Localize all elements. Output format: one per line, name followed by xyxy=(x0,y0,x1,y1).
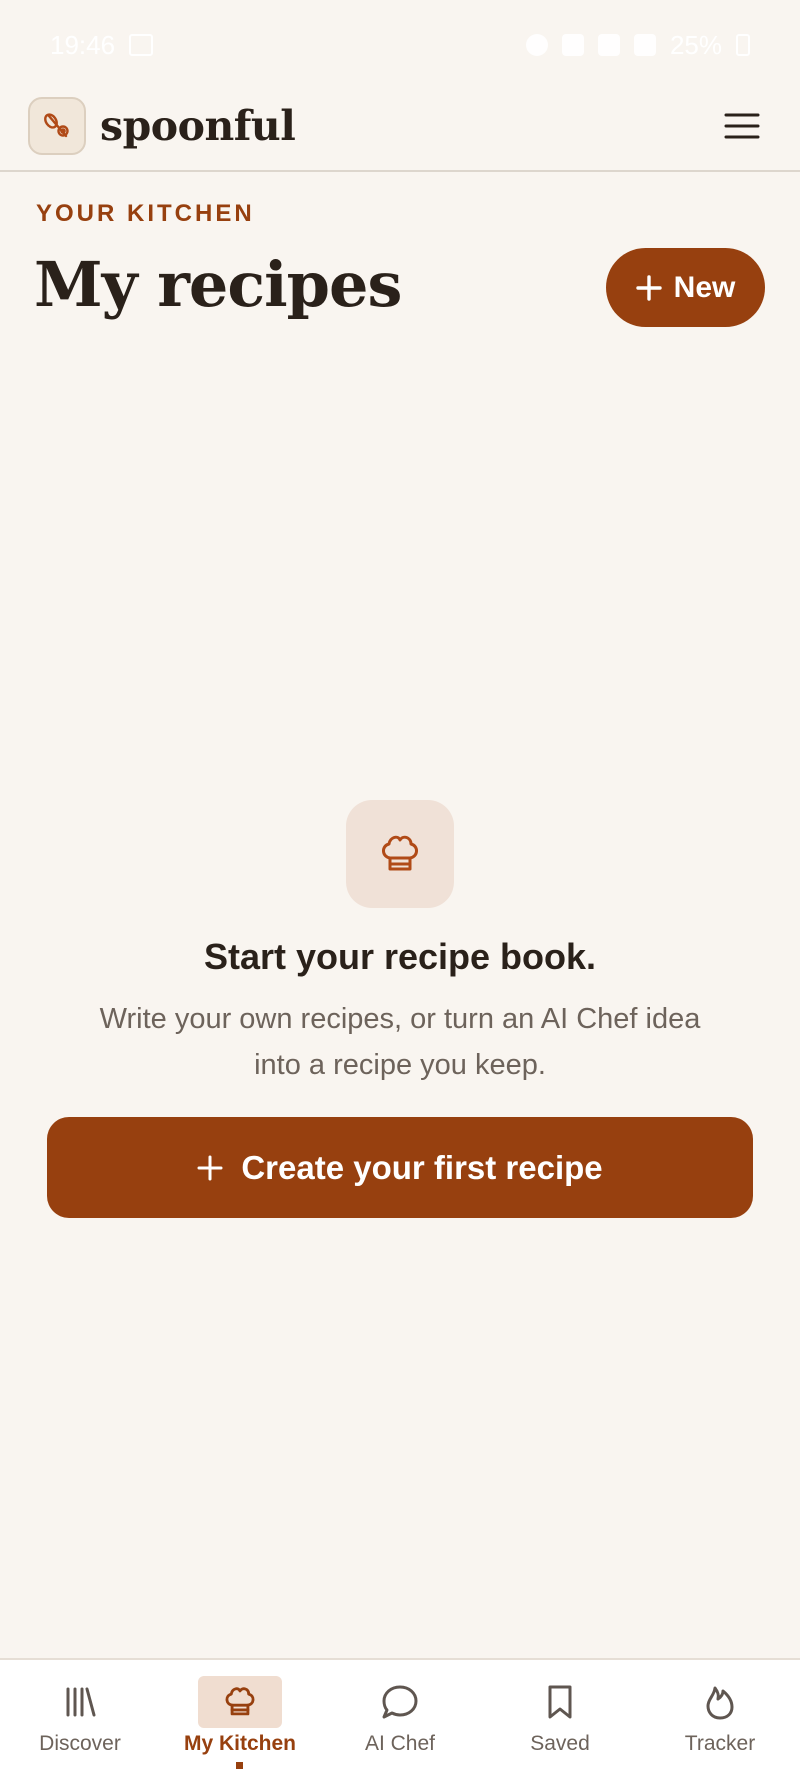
app-header: spoonful xyxy=(0,82,800,172)
nav-item-ai-chef[interactable]: AI Chef xyxy=(320,1660,480,1778)
empty-state-icon-tile xyxy=(346,800,454,908)
alarm-icon xyxy=(525,34,548,56)
nav-label-saved: Saved xyxy=(530,1732,590,1755)
app-screen: 19:46 25% spoonful YOUR KITCHEN My recip… xyxy=(0,0,800,1778)
brand[interactable]: spoonful xyxy=(28,97,296,155)
library-icon xyxy=(38,1676,122,1728)
nav-item-discover[interactable]: Discover xyxy=(0,1660,160,1778)
bookmark-icon xyxy=(518,1676,602,1728)
plus-icon xyxy=(635,274,662,301)
page-title: My recipes xyxy=(34,248,402,321)
battery-level: 25% xyxy=(669,29,722,60)
empty-state-description: Write your own recipes, or turn an AI Ch… xyxy=(99,1003,701,1081)
menu-button[interactable] xyxy=(720,104,764,148)
chat-bubble-icon xyxy=(358,1676,442,1728)
empty-state-title: Start your recipe book. xyxy=(203,936,597,977)
signal-icon xyxy=(633,34,656,56)
bottom-nav: Discover My Kitchen AI Chef Saved Tracke… xyxy=(0,1658,800,1778)
mute-icon xyxy=(561,34,584,56)
create-first-recipe-button[interactable]: Create your first recipe xyxy=(47,1117,753,1218)
wifi-icon xyxy=(597,34,620,56)
nav-item-my-kitchen[interactable]: My Kitchen xyxy=(160,1660,320,1778)
battery-icon xyxy=(736,34,750,56)
logo-icon xyxy=(28,97,86,155)
nav-item-saved[interactable]: Saved xyxy=(480,1660,640,1778)
section-eyebrow: YOUR KITCHEN xyxy=(36,200,255,227)
status-right: 25% xyxy=(525,29,750,61)
flame-icon xyxy=(678,1676,762,1728)
gallery-notification-icon xyxy=(129,34,154,56)
nav-label-discover: Discover xyxy=(39,1732,121,1755)
chef-hat-icon xyxy=(382,835,418,871)
new-recipe-button[interactable]: New xyxy=(606,248,765,327)
nav-item-tracker[interactable]: Tracker xyxy=(640,1660,800,1778)
active-indicator xyxy=(236,1762,243,1769)
create-button-label: Create your first recipe xyxy=(241,1148,603,1186)
nav-label-tracker: Tracker xyxy=(684,1732,756,1755)
plus-icon xyxy=(197,1155,223,1180)
chef-hat-icon xyxy=(198,1676,282,1728)
status-time: 19:46 xyxy=(50,29,116,60)
nav-label-my-kitchen: My Kitchen xyxy=(183,1732,296,1755)
status-bar: 19:46 25% xyxy=(0,0,800,90)
nav-label-ai-chef: AI Chef xyxy=(364,1732,436,1755)
app-name: spoonful xyxy=(100,102,296,150)
new-button-label: New xyxy=(673,270,736,304)
hamburger-icon xyxy=(724,113,760,139)
status-left: 19:46 xyxy=(50,29,154,61)
